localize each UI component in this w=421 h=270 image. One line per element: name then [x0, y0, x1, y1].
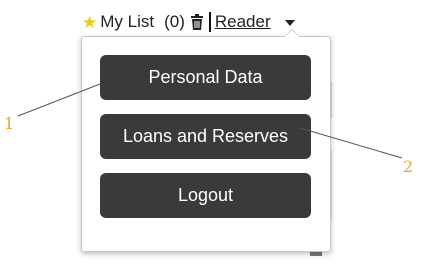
chevron-down-icon[interactable]	[284, 20, 295, 26]
loans-and-reserves-button[interactable]: Loans and Reserves	[100, 114, 311, 159]
star-icon[interactable]: ★	[82, 14, 97, 31]
trash-icon[interactable]	[190, 14, 203, 30]
personal-data-button[interactable]: Personal Data	[100, 55, 311, 100]
callout-number-2: 2	[403, 157, 414, 176]
my-list-link[interactable]: My List	[100, 12, 154, 32]
my-list-count: (0)	[164, 12, 185, 31]
account-toolbar: ★ My List (0) Reader	[82, 10, 295, 34]
toolbar-divider	[208, 12, 211, 32]
callout-number-1: 1	[4, 114, 15, 133]
reader-menu-link[interactable]: Reader	[215, 12, 271, 32]
logout-button[interactable]: Logout	[100, 173, 311, 218]
reader-dropdown-menu: Personal Data Loans and Reserves Logout	[81, 29, 331, 252]
